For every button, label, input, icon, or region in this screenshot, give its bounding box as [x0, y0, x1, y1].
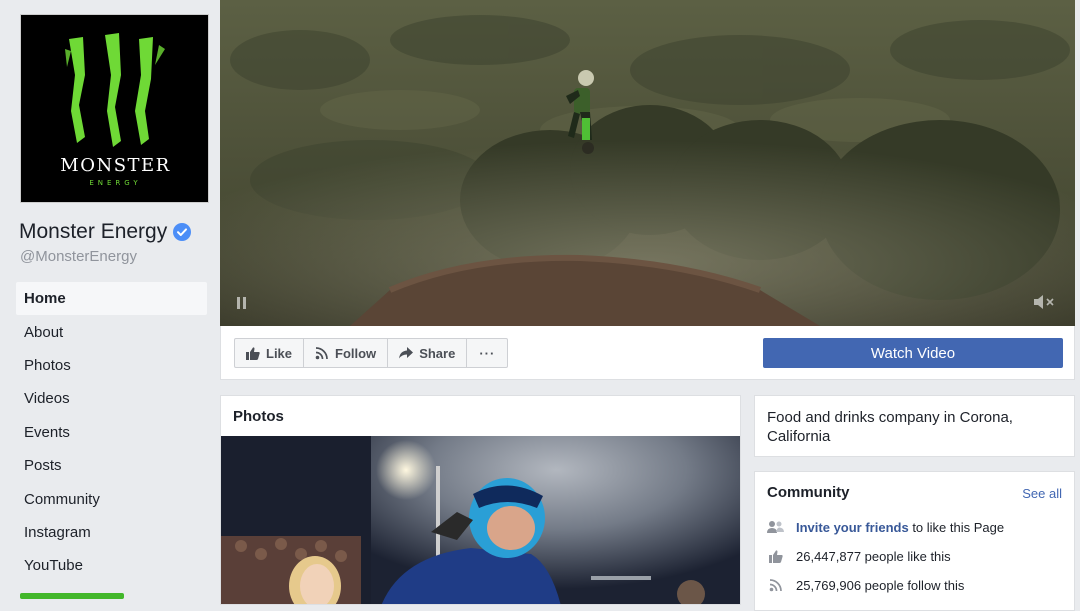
- monster-logo-icon: MONSTER ENERGY: [21, 15, 208, 202]
- nav-item-home[interactable]: Home: [16, 282, 207, 316]
- follow-icon: [315, 347, 328, 360]
- share-icon: [399, 347, 414, 359]
- nav-item-posts[interactable]: Posts: [16, 449, 207, 482]
- like-button-label: Like: [266, 345, 293, 361]
- logo-wordmark: MONSTER: [60, 155, 170, 176]
- thumbs-up-icon: [767, 548, 784, 565]
- left-column: MONSTER ENERGY Monster Energy @MonsterEn…: [0, 0, 220, 599]
- nav-item-community[interactable]: Community: [16, 482, 207, 515]
- page-name-text[interactable]: Monster Energy: [19, 220, 167, 244]
- follow-button-label: Follow: [335, 345, 377, 361]
- nav-item-youtube[interactable]: YouTube: [16, 549, 207, 582]
- pause-icon[interactable]: [236, 296, 248, 310]
- photos-card: Photos: [220, 395, 741, 605]
- community-title: Community: [767, 484, 850, 501]
- invite-friends-link[interactable]: Invite your friends: [796, 520, 909, 535]
- page-handle: @MonsterEnergy: [20, 248, 137, 265]
- featured-photo-image: [221, 436, 740, 604]
- follows-count: 25,769,906 people follow this: [796, 577, 965, 593]
- follow-button[interactable]: Follow: [304, 339, 389, 367]
- invite-friends-icon: [767, 519, 784, 536]
- logo-subtext: ENERGY: [89, 179, 141, 187]
- verified-badge-icon: [173, 223, 192, 241]
- mute-icon[interactable]: [1032, 292, 1056, 312]
- share-button-label: Share: [419, 345, 456, 361]
- cover-video-frame: [220, 0, 1075, 326]
- watch-video-button[interactable]: Watch Video: [763, 338, 1063, 368]
- rss-icon: [767, 577, 784, 594]
- featured-photo[interactable]: [221, 436, 740, 604]
- more-options-button[interactable]: ···: [467, 339, 507, 367]
- page-category-description: Food and drinks company in Corona, Calif…: [767, 409, 1013, 445]
- like-icon: [246, 346, 260, 360]
- page-nav: Home About Photos Videos Events Posts Co…: [16, 282, 207, 583]
- about-card: Food and drinks company in Corona, Calif…: [754, 395, 1075, 457]
- likes-row: 26,447,877 people like this: [767, 546, 951, 566]
- invite-friends-text: to like this Page: [908, 519, 1005, 535]
- see-all-link[interactable]: See all: [1022, 486, 1062, 501]
- create-page-button[interactable]: [20, 593, 124, 599]
- follows-row: 25,769,906 people follow this: [767, 575, 964, 595]
- nav-item-about[interactable]: About: [16, 315, 207, 348]
- nav-item-events[interactable]: Events: [16, 416, 207, 449]
- profile-picture[interactable]: MONSTER ENERGY: [20, 14, 209, 203]
- photos-card-title[interactable]: Photos: [233, 408, 284, 425]
- nav-item-photos[interactable]: Photos: [16, 349, 207, 382]
- nav-item-videos[interactable]: Videos: [16, 382, 207, 415]
- action-button-group: Like Follow Share ···: [234, 338, 509, 368]
- like-button[interactable]: Like: [235, 339, 305, 367]
- community-card: Community See all Invite your friends to…: [754, 471, 1075, 611]
- share-button[interactable]: Share: [388, 339, 468, 367]
- cover-video[interactable]: [220, 0, 1075, 326]
- page-action-bar: Like Follow Share ··· Watch Video: [220, 326, 1075, 380]
- invite-friends-row: Invite your friends to like this Page: [767, 517, 1004, 537]
- more-options-icon: ···: [479, 345, 496, 361]
- nav-item-instagram[interactable]: Instagram: [16, 516, 207, 549]
- likes-count: 26,447,877 people like this: [796, 548, 951, 564]
- page-name[interactable]: Monster Energy: [19, 220, 192, 244]
